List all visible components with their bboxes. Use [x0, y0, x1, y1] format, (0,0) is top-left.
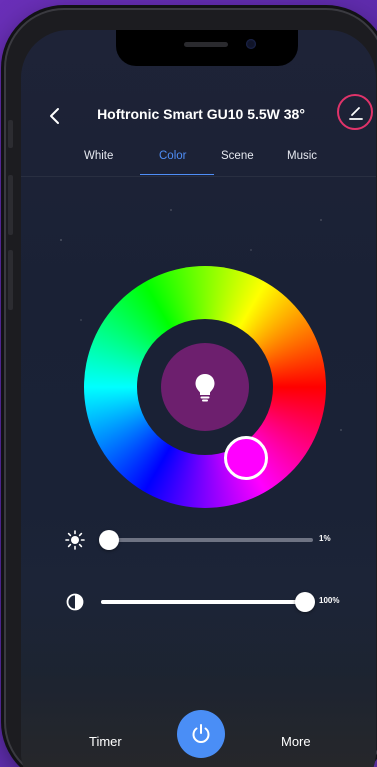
- edit-icon: [349, 107, 363, 120]
- volume-down-button: [8, 250, 13, 310]
- saturation-slider-row: 100%: [21, 590, 376, 614]
- app-screen: Hoftronic Smart GU10 5.5W 38° White Colo…: [21, 30, 376, 767]
- front-camera: [246, 39, 256, 49]
- mode-tabs: White Color Scene Music: [21, 150, 376, 176]
- power-icon: [192, 724, 210, 743]
- speaker-grille: [184, 42, 228, 47]
- saturation-value: 100%: [319, 596, 340, 605]
- tab-music[interactable]: Music: [287, 150, 317, 162]
- tab-divider: [21, 176, 376, 177]
- notch: [116, 30, 298, 66]
- tab-white[interactable]: White: [84, 150, 113, 162]
- bottom-bar: Timer More: [21, 710, 376, 767]
- silent-switch: [8, 120, 13, 148]
- brightness-slider-row: 1%: [21, 528, 376, 552]
- tab-scene[interactable]: Scene: [221, 150, 254, 162]
- phone-frame: Hoftronic Smart GU10 5.5W 38° White Colo…: [6, 10, 377, 767]
- power-button[interactable]: [177, 710, 225, 758]
- lightbulb-icon: [195, 374, 215, 402]
- brightness-slider-thumb[interactable]: [99, 530, 119, 550]
- contrast-icon: [66, 593, 84, 611]
- brightness-slider[interactable]: [99, 530, 313, 550]
- color-picker-handle[interactable]: [224, 436, 268, 480]
- device-title: Hoftronic Smart GU10 5.5W 38°: [97, 106, 305, 122]
- volume-up-button: [8, 175, 13, 235]
- chevron-left-icon: [50, 108, 59, 124]
- more-button[interactable]: More: [281, 734, 311, 749]
- color-wheel[interactable]: [84, 266, 326, 508]
- selected-color-preview: [161, 343, 249, 431]
- brightness-value: 1%: [319, 534, 331, 543]
- back-button[interactable]: [43, 104, 67, 128]
- timer-button[interactable]: Timer: [89, 734, 122, 749]
- active-tab-indicator: [140, 174, 214, 175]
- saturation-slider-fill: [101, 600, 313, 604]
- edit-button[interactable]: [337, 94, 373, 130]
- tab-color[interactable]: Color: [159, 150, 186, 162]
- saturation-slider[interactable]: [101, 592, 315, 612]
- sun-icon: [65, 530, 85, 550]
- saturation-slider-thumb[interactable]: [295, 592, 315, 612]
